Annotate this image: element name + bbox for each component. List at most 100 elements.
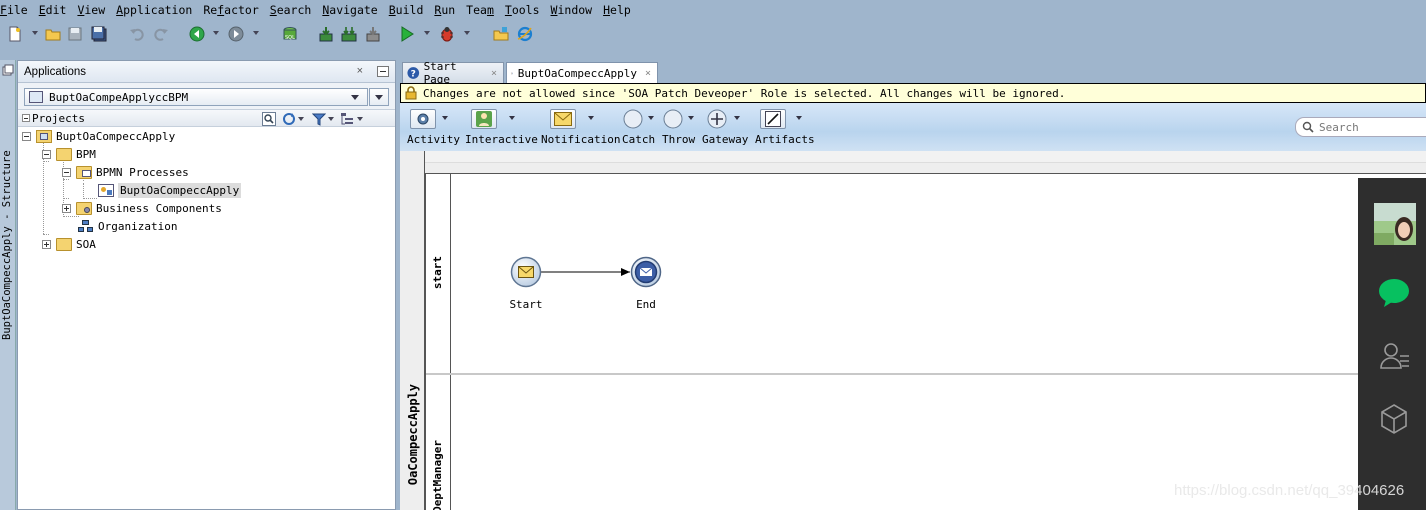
applications-panel: Applications × BuptOaCompeApplyccBPM Pro…	[17, 60, 396, 510]
tree-item-organization[interactable]: Organization	[78, 217, 177, 235]
help-icon: ?	[407, 67, 420, 80]
new-file-icon[interactable]	[6, 25, 24, 43]
menu-application[interactable]: Application	[116, 3, 192, 17]
pool-label[interactable]: OaCompeccApply	[406, 384, 420, 485]
back-icon[interactable]	[188, 25, 206, 43]
collapse-icon[interactable]	[62, 167, 71, 177]
menu-edit[interactable]: Edit	[39, 3, 67, 17]
tree-item-label: BuptOaCompeccApply	[56, 129, 176, 143]
close-icon[interactable]: ×	[491, 68, 497, 79]
debug-dropdown-icon[interactable]	[464, 31, 470, 35]
gateway-dropdown-icon[interactable]	[734, 116, 740, 120]
tree-item-label: BPM	[76, 147, 96, 161]
structure-strip-label[interactable]: BuptOaCompeccApply - Structure	[1, 150, 15, 340]
menu-build[interactable]: Build	[389, 3, 424, 17]
menu-refactor[interactable]: Refactor	[203, 3, 258, 17]
gateway-palette-button[interactable]	[704, 109, 730, 129]
menu-navigate[interactable]: Navigate	[322, 3, 377, 17]
tree-item-business-components[interactable]: Business Components	[62, 199, 222, 217]
browser-icon[interactable]	[516, 25, 534, 43]
collapse-icon[interactable]	[22, 131, 31, 141]
palette-label-notification: Notification	[541, 133, 621, 146]
process-pool[interactable]: start DeptManager Start End	[425, 173, 1426, 510]
menu-view[interactable]: View	[77, 3, 105, 17]
catch-dropdown-icon[interactable]	[648, 116, 654, 120]
chat-icon[interactable]	[1378, 278, 1410, 308]
rebuild-icon[interactable]	[340, 25, 358, 43]
cube-icon[interactable]	[1380, 404, 1408, 434]
make-icon[interactable]	[317, 25, 335, 43]
application-menu-button[interactable]	[369, 88, 389, 106]
run-dropdown-icon[interactable]	[424, 31, 430, 35]
sync-dropdown-icon[interactable]	[298, 117, 304, 121]
palette-label-throw: Throw	[662, 133, 696, 146]
clean-icon[interactable]	[364, 25, 382, 43]
notification-palette-button[interactable]	[550, 109, 576, 129]
filter-icon[interactable]	[312, 112, 326, 126]
menu-search[interactable]: Search	[270, 3, 312, 17]
open-folder-icon[interactable]	[44, 25, 62, 43]
message-start-icon	[510, 256, 542, 288]
undo-icon[interactable]	[128, 25, 146, 43]
search-icon[interactable]	[262, 112, 276, 126]
throw-palette-button[interactable]	[660, 109, 686, 129]
working-sets-dropdown-icon[interactable]	[357, 117, 363, 121]
close-icon[interactable]: ×	[645, 68, 651, 79]
interactive-dropdown-icon[interactable]	[509, 116, 515, 120]
menu-help[interactable]: Help	[603, 3, 631, 17]
run-icon[interactable]	[398, 25, 416, 43]
tree-item-label: BuptOaCompeccApply	[118, 182, 242, 198]
menu-file[interactable]: File	[0, 3, 28, 17]
interactive-palette-button[interactable]	[471, 109, 497, 129]
catch-palette-button[interactable]	[620, 109, 646, 129]
contacts-icon[interactable]	[1380, 342, 1410, 370]
activity-palette-button[interactable]	[410, 109, 436, 129]
expand-icon[interactable]	[62, 203, 71, 213]
collapse-icon[interactable]	[42, 149, 51, 159]
tree-item-process-file[interactable]: BuptOaCompeccApply	[98, 181, 242, 199]
back-dropdown-icon[interactable]	[213, 31, 219, 35]
restore-icon[interactable]	[2, 64, 14, 76]
working-sets-icon[interactable]	[340, 112, 354, 126]
filter-dropdown-icon[interactable]	[328, 117, 334, 121]
menu-tools[interactable]: Tools	[505, 3, 540, 17]
tree-item-bpmn-processes[interactable]: BPMN Processes	[62, 163, 189, 181]
minimize-panel-icon[interactable]	[377, 66, 389, 77]
save-all-icon[interactable]	[90, 25, 108, 43]
artifacts-palette-button[interactable]	[760, 109, 786, 129]
tree-item-project[interactable]: BuptOaCompeccApply	[22, 127, 175, 145]
debug-icon[interactable]	[438, 25, 456, 43]
tree-item-bpm[interactable]: BPM	[42, 145, 96, 163]
activity-dropdown-icon[interactable]	[442, 116, 448, 120]
menu-run[interactable]: Run	[434, 3, 455, 17]
avatar[interactable]	[1374, 203, 1416, 245]
close-panel-icon[interactable]: ×	[357, 65, 363, 77]
forward-dropdown-icon[interactable]	[253, 31, 259, 35]
tab-process-editor[interactable]: BuptOaCompeccApply ×	[506, 62, 658, 83]
sql-worksheet-icon[interactable]: SQL	[281, 25, 299, 43]
menu-window[interactable]: Window	[551, 3, 593, 17]
forward-icon[interactable]	[227, 25, 245, 43]
collapse-projects-icon[interactable]	[22, 114, 30, 122]
tab-start-page[interactable]: ? Start Page ×	[402, 60, 504, 86]
application-select[interactable]: BuptOaCompeApplyccBPM	[24, 88, 368, 106]
expand-icon[interactable]	[42, 239, 51, 249]
editor-area: ? Start Page × BuptOaCompeccApply × Chan…	[400, 60, 1426, 510]
tree-item-soa[interactable]: SOA	[42, 235, 96, 253]
application-icon	[29, 91, 43, 103]
save-icon[interactable]	[66, 25, 84, 43]
structure-side-strip[interactable]: BuptOaCompeccApply - Structure	[0, 60, 16, 510]
end-event-label: End	[636, 298, 656, 311]
throw-dropdown-icon[interactable]	[688, 116, 694, 120]
redo-icon[interactable]	[152, 25, 170, 43]
deploy-folder-icon[interactable]	[492, 25, 510, 43]
menu-team[interactable]: Team	[466, 3, 494, 17]
notification-dropdown-icon[interactable]	[588, 116, 594, 120]
sync-icon[interactable]	[282, 112, 296, 126]
artifacts-dropdown-icon[interactable]	[796, 116, 802, 120]
diagram-canvas[interactable]: start DeptManager Start End OaCompeccApp…	[400, 151, 1426, 510]
palette-search-input[interactable]: Search	[1295, 117, 1426, 137]
end-event[interactable]	[630, 256, 662, 288]
start-event[interactable]	[510, 256, 542, 288]
new-dropdown-icon[interactable]	[32, 31, 38, 35]
